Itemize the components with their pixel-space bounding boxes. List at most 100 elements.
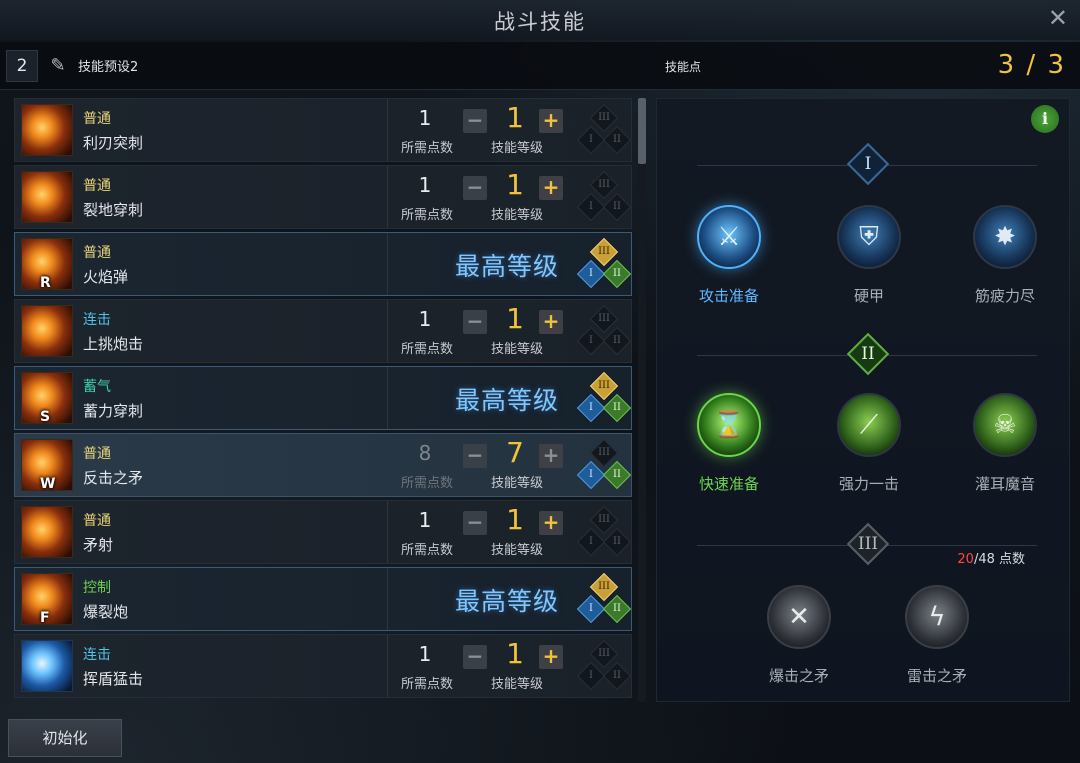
level-down-button[interactable]: − xyxy=(463,310,487,334)
hotkey-label: F xyxy=(40,610,50,626)
skill-level-label: 技能等级 xyxy=(490,342,543,357)
skill-icon[interactable] xyxy=(21,640,73,692)
divider xyxy=(387,434,388,496)
level-up-button[interactable]: + xyxy=(539,176,563,200)
skill-row[interactable]: R 普通 火焰弹 最高等级 III I II xyxy=(14,232,632,296)
reset-button[interactable]: 初始化 xyxy=(8,719,122,757)
skill-type: 普通 xyxy=(83,513,111,529)
tripod-label: 快速准备 xyxy=(698,475,759,493)
required-points: 1 xyxy=(418,106,432,130)
skill-name: 反击之矛 xyxy=(83,469,144,487)
skill-icon[interactable] xyxy=(21,171,73,223)
skill-type: 普通 xyxy=(83,446,111,462)
level-down-button[interactable]: − xyxy=(463,176,487,200)
edit-icon[interactable]: ✎ xyxy=(46,54,70,78)
tier-2-diamond: II xyxy=(602,192,632,222)
skill-type: 连击 xyxy=(83,312,111,328)
divider xyxy=(387,367,388,429)
skill-level: 1 xyxy=(506,637,524,670)
skill-level: 1 xyxy=(506,101,524,134)
divider xyxy=(387,233,388,295)
skill-type: 蓄气 xyxy=(83,379,111,395)
hourglass-icon[interactable]: ⌛ xyxy=(697,393,761,457)
scroll-thumb[interactable] xyxy=(638,98,646,164)
required-points-label: 所需点数 xyxy=(400,141,453,156)
level-down-button[interactable]: − xyxy=(463,444,487,468)
required-points-label: 所需点数 xyxy=(400,208,453,223)
skull-icon[interactable]: ☠ xyxy=(973,393,1037,457)
skill-row[interactable]: 普通 矛射 1 所需点数 −1 + 技能等级 III I II xyxy=(14,500,632,564)
skill-icon[interactable] xyxy=(21,104,73,156)
tripod-tier-indicator: III I II xyxy=(576,304,632,358)
skill-row[interactable]: 普通 裂地穿刺 1 所需点数 −1 + 技能等级 III I II xyxy=(14,165,632,229)
required-points: 1 xyxy=(418,307,432,331)
close-icon[interactable]: ✕ xyxy=(1048,4,1068,32)
tripod-tier-indicator: III I II xyxy=(576,572,632,626)
tripod-label: 灌耳魔音 xyxy=(974,475,1035,493)
skill-row[interactable]: W 普通 反击之矛 8 所需点数 −7 + 技能等级 III I II xyxy=(14,433,632,497)
lightning-spear-icon[interactable]: ϟ xyxy=(905,585,969,649)
skill-name: 挥盾猛击 xyxy=(83,670,144,688)
skill-row[interactable]: 普通 利刃突刺 1 所需点数 −1 + 技能等级 III I II xyxy=(14,98,632,162)
crit-spear-icon[interactable]: ✕ xyxy=(767,585,831,649)
skill-icon[interactable] xyxy=(21,506,73,558)
level-up-button[interactable]: + xyxy=(539,511,563,535)
preset-name: 技能预设2 xyxy=(78,60,139,75)
skill-list: 普通 利刃突刺 1 所需点数 −1 + 技能等级 III I II 普通 裂地穿刺 1 所需点数 −1 + 技能… xyxy=(14,98,634,702)
shield-icon[interactable]: ⛨ xyxy=(837,205,901,269)
strike-icon[interactable]: ⟋ xyxy=(837,393,901,457)
tier-2-diamond: II xyxy=(602,393,632,423)
skill-icon[interactable]: F xyxy=(21,573,73,626)
exhaustion-icon[interactable]: ✸ xyxy=(973,205,1037,269)
skill-icon[interactable]: W xyxy=(21,439,73,492)
level-up-button[interactable]: + xyxy=(539,310,563,334)
required-points-label: 所需点数 xyxy=(400,342,453,357)
level-up-button[interactable]: + xyxy=(539,109,563,133)
level-down-button[interactable]: − xyxy=(463,511,487,535)
tier-2-diamond: II xyxy=(602,594,632,624)
tripod-tier-indicator: III I II xyxy=(576,639,632,693)
skill-level: 1 xyxy=(506,302,524,335)
skill-icon[interactable] xyxy=(21,305,73,357)
skill-row[interactable]: F 控制 爆裂炮 最高等级 III I II xyxy=(14,567,632,631)
divider xyxy=(387,635,388,697)
crossed-swords-icon[interactable]: ⚔ xyxy=(697,205,761,269)
level-up-button[interactable]: + xyxy=(539,645,563,669)
skill-level: 1 xyxy=(506,168,524,201)
skill-icon[interactable]: R xyxy=(21,238,73,291)
skill-type: 普通 xyxy=(83,245,111,261)
hotkey-label: S xyxy=(40,409,51,425)
skill-row[interactable]: 连击 上挑炮击 1 所需点数 −1 + 技能等级 III I II xyxy=(14,299,632,363)
tripod-label: 雷击之矛 xyxy=(906,667,967,685)
level-down-button[interactable]: − xyxy=(463,109,487,133)
level-down-button[interactable]: − xyxy=(463,645,487,669)
skill-level: 1 xyxy=(506,503,524,536)
skill-type: 连击 xyxy=(83,647,111,663)
tier-1-badge: I xyxy=(846,142,890,186)
tripod-label: 筋疲力尽 xyxy=(974,287,1035,305)
preset-number-button[interactable]: 2 xyxy=(6,50,38,82)
hotkey-label: W xyxy=(40,476,56,492)
skill-row[interactable]: S 蓄气 蓄力穿刺 最高等级 III I II xyxy=(14,366,632,430)
skill-row[interactable]: 连击 挥盾猛击 1 所需点数 −1 + 技能等级 III I II xyxy=(14,634,632,698)
skill-name: 火焰弹 xyxy=(83,268,129,286)
tier-1-diamond: I xyxy=(576,460,606,490)
skill-name: 裂地穿刺 xyxy=(83,201,144,219)
required-points-label: 所需点数 xyxy=(400,543,453,558)
skill-points-value: 3 / 3 xyxy=(997,50,1066,80)
info-icon[interactable]: i xyxy=(1031,105,1059,133)
tripod-tier-indicator: III I II xyxy=(576,170,632,224)
tier-2-diamond: II xyxy=(602,460,632,490)
hotkey-label: R xyxy=(40,275,51,291)
skill-type: 普通 xyxy=(83,178,111,194)
divider xyxy=(387,166,388,228)
skill-list-scrollbar[interactable] xyxy=(638,98,646,702)
tier-2-diamond: II xyxy=(602,259,632,289)
tripod-label: 攻击准备 xyxy=(698,287,759,305)
divider xyxy=(387,501,388,563)
skill-icon[interactable]: S xyxy=(21,372,73,425)
tripod-tier-indicator: III I II xyxy=(576,438,632,492)
tier-2-diamond: II xyxy=(602,125,632,155)
title-bar: 战斗技能 ✕ xyxy=(0,0,1080,40)
level-up-button[interactable]: + xyxy=(539,444,563,468)
